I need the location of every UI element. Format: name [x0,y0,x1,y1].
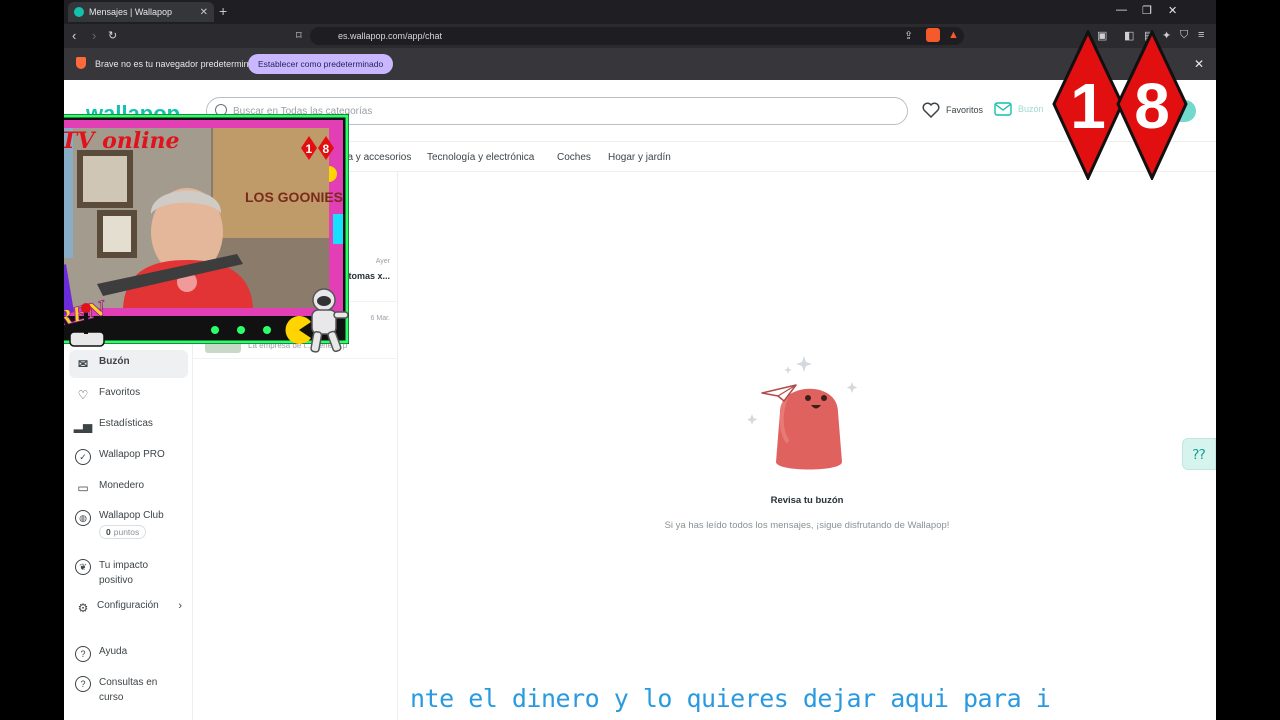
sidebar-item-club[interactable]: ◍ Wallapop Club 0 puntos [69,504,188,545]
category-link[interactable]: Tecnología y electrónica [427,152,534,163]
favorites-link[interactable]: Favoritos [922,102,983,118]
category-link[interactable]: Hogar y jardín [608,152,671,163]
back-icon[interactable]: ‹ [72,28,76,43]
leaf-icon: ❦ [75,559,91,575]
heart-icon [922,102,940,118]
category-link[interactable]: Coches [557,152,591,163]
bookmark-icon[interactable]: ⌑ [296,29,302,42]
empty-state-text: Si ya has leído todos los mensajes, ¡sig… [664,520,950,531]
sidebar-item-label: Estadísticas [99,418,153,429]
mail-icon [994,102,1012,116]
chevron-right-icon: › [178,600,182,612]
sidebar-item-label: Ayuda [99,646,128,657]
bar-chart-icon: ▂▅ [73,419,93,433]
sidebar-item-label: Monedero [99,480,145,491]
sidebar-item-label: Wallapop Club [99,510,164,521]
heart-icon: ♡ [77,388,89,402]
favorites-label: Favoritos [946,105,984,115]
mascot-illustration [748,356,858,470]
brave-shields-icon[interactable] [926,28,940,42]
browser-toolbar: ‹ › ↻ ⌑ es.wallapop.com/app/chat ⇪ ▲ ▣ ◧… [64,24,1216,48]
club-points-value: 0 [106,527,111,537]
close-window-icon[interactable]: ✕ [1168,4,1177,17]
infobar-message: Brave no es tu navegador predeterminado [95,59,264,69]
browser-tabbar: Mensajes | Wallapop ✕ + — ❐ ✕ [64,0,1216,24]
tab-title: Mensajes | Wallapop [89,7,173,17]
chat-help-icon: ⁇ [1192,445,1206,462]
sidebar-item-queries[interactable]: ? Consultas en curso [69,670,188,711]
sidebar-item-impact[interactable]: ❦ Tu impacto positivo [69,553,188,594]
url-text: es.wallapop.com/app/chat [338,31,443,41]
age-18-badge: 1 8 [1052,30,1188,180]
sidebar-item-label: Buzón [99,356,130,367]
menu-icon[interactable]: ≡ [1198,29,1204,41]
question-chat-icon: ? [75,676,91,692]
infobar-close-icon[interactable]: ✕ [1194,57,1204,71]
minimize-icon[interactable]: — [1116,4,1127,16]
badge-check-icon: ✓ [75,449,91,465]
sidebar-item-wallet[interactable]: ▭ Monedero [69,474,188,502]
webcam-label: TV online [64,128,179,154]
mini-badge-digit: 8 [323,142,330,156]
sidebar-item-help[interactable]: ? Ayuda [69,640,188,668]
globe-icon: ◍ [75,510,91,526]
sidebar-item-pro[interactable]: ✓ Wallapop PRO [69,443,188,471]
poster-text: LOS GOONIES [245,189,343,205]
sidebar-item-settings[interactable]: ⚙ Configuración › [69,594,188,622]
forward-icon[interactable]: › [92,28,96,43]
reload-icon[interactable]: ↻ [108,29,117,42]
sidebar-item-label: Tu impacto positivo [99,560,149,586]
wallapop-favicon-icon [74,7,84,17]
badge-digit: 1 [1070,70,1106,142]
wallet-icon: ▭ [77,481,89,495]
help-icon: ? [75,646,91,662]
restore-icon[interactable]: ❐ [1142,4,1152,17]
inbox-link[interactable]: Buzón [994,102,1044,116]
address-bar[interactable]: es.wallapop.com/app/chat [310,27,964,45]
club-points-label: puntos [113,527,140,537]
brave-lion-icon [76,57,86,69]
astronaut-sticker [310,288,349,353]
club-block: Wallapop Club 0 puntos [99,510,164,539]
sidebar-item-stats[interactable]: ▂▅ Estadísticas [69,412,188,440]
sidebar-item-label: Configuración [97,600,159,611]
inbox-label: Buzón [1018,104,1044,114]
sidebar-item-label: Favoritos [99,387,141,398]
conversation-date: Ayer [375,258,390,265]
brave-rewards-icon[interactable]: ▲ [948,29,959,41]
el-fahren-logo: EL FAHREN [64,264,109,347]
badge-digit: 8 [1134,70,1170,142]
new-tab-icon[interactable]: + [219,3,227,19]
club-points-badge: 0 puntos [99,525,147,539]
set-default-button[interactable]: Establecer como predeterminado [248,54,394,74]
stage: Mensajes | Wallapop ✕ + — ❐ ✕ ‹ › ↻ ⌑ es… [64,0,1216,720]
help-chat-button[interactable]: ⁇ [1182,438,1216,470]
mail-icon: ✉ [77,357,89,371]
sidebar-item-favorites[interactable]: ♡ Favoritos [69,381,188,409]
chat-empty-state: Revisa tu buzón Si ya has leído todos lo… [398,172,1216,720]
default-browser-infobar: Brave no es tu navegador predeterminado … [64,48,1216,80]
sidebar-item-label: Consultas en curso [99,677,158,703]
share-icon[interactable]: ⇪ [904,29,913,42]
gear-icon: ⚙ [77,601,89,615]
tab-close-icon[interactable]: ✕ [200,7,208,18]
subtitle-caption: nte el dinero y lo quieres dejar aqui pa… [410,684,1051,713]
conversation-date: 6 Mar. [370,315,390,322]
mini-badge-digit: 1 [306,142,313,156]
sidebar-item-label: Wallapop PRO [99,449,165,460]
empty-state-title: Revisa tu buzón [770,495,844,506]
browser-tab[interactable]: Mensajes | Wallapop ✕ [68,2,214,22]
